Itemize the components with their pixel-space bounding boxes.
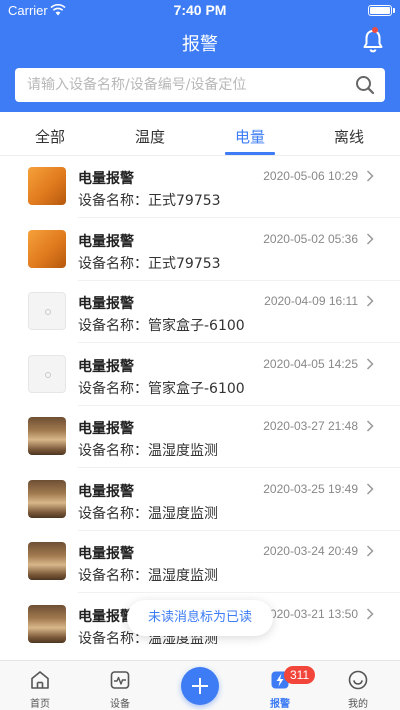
search-bar[interactable] [15,68,385,102]
battery-icon [368,5,392,16]
alert-title: 电量报警 [78,359,134,375]
alert-time: 2020-04-09 16:11 [264,294,358,308]
list-item[interactable]: 电量报警 设备名称：管家盒子-6100 2020-04-05 14:25 [0,344,400,406]
status-bar: Carrier 7:40 PM [0,0,400,22]
chevron-right-icon [366,295,374,307]
list-item[interactable]: 电量报警 设备名称：温湿度监测 2020-03-27 21:48 [0,406,400,468]
alert-title: 电量报警 [78,296,134,312]
device-name: 设备名称：管家盒子-6100 [78,318,245,334]
alert-title: 电量报警 [78,609,134,625]
alert-time: 2020-03-21 13:50 [263,607,358,621]
alert-title: 电量报警 [78,546,134,562]
battery-cap [393,8,395,13]
alert-title: 电量报警 [78,484,134,500]
chevron-right-icon [366,545,374,557]
search-input[interactable] [27,68,347,102]
list-item[interactable]: 电量报警 设备名称：正式79753 2020-05-06 10:29 [0,156,400,218]
tabbar-home[interactable]: 首页 [10,661,70,710]
device-thumbnail [28,542,66,580]
tab-all[interactable]: 全部 [20,126,80,147]
device-thumbnail [28,167,66,205]
device-name: 设备名称：正式79753 [78,193,221,209]
alert-time: 2020-03-27 21:48 [263,419,358,433]
device-monitor-icon [110,671,130,689]
chevron-right-icon [366,420,374,432]
alert-title: 电量报警 [78,171,134,187]
tabbar-mine-label: 我的 [348,699,368,710]
device-thumbnail [28,605,66,643]
tabbar-device[interactable]: 设备 [90,661,150,710]
alert-time: 2020-03-24 20:49 [263,544,358,558]
device-name: 设备名称：正式79753 [78,256,221,272]
chevron-right-icon [366,608,374,620]
chevron-right-icon [366,358,374,370]
tabbar-mine[interactable]: 我的 [328,661,388,710]
add-device-button[interactable] [181,667,219,705]
page-title: 报警 [182,34,218,55]
alert-title: 电量报警 [78,421,134,437]
home-icon [31,671,49,689]
device-name: 设备名称：管家盒子-6100 [78,381,245,397]
tab-offline[interactable]: 离线 [319,126,379,147]
device-name: 设备名称：温湿度监测 [78,443,218,459]
active-tab-indicator [225,152,275,155]
chevron-right-icon [366,233,374,245]
alert-time: 2020-05-06 10:29 [263,169,358,183]
chevron-right-icon [366,170,374,182]
bottom-tab-bar: 首页 设备 报警 我的 [0,660,400,710]
clock: 7:40 PM [173,2,227,18]
chevron-right-icon [366,483,374,495]
list-item[interactable]: 电量报警 设备名称：温湿度监测 2020-03-24 20:49 [0,531,400,593]
tabbar-alarm-label: 报警 [270,699,290,710]
alert-time: 2020-03-25 19:49 [263,482,358,496]
search-icon[interactable] [355,75,375,95]
header-bar: Carrier 7:40 PM 报警 [0,0,400,112]
tab-battery[interactable]: 电量 [220,126,280,147]
notification-dot [372,27,378,33]
tabbar-device-label: 设备 [110,699,130,710]
tabbar-home-label: 首页 [30,699,50,710]
list-item[interactable]: 电量报警 设备名称：温湿度监测 2020-03-25 19:49 [0,469,400,531]
mark-all-read-button[interactable]: 未读消息标为已读 [127,600,273,636]
device-thumbnail [28,480,66,518]
device-thumbnail [28,230,66,268]
device-name: 设备名称：温湿度监测 [78,506,218,522]
list-item[interactable]: 电量报警 设备名称：管家盒子-6100 2020-04-09 16:11 [0,281,400,343]
alarm-count-badge: 311 [284,666,316,684]
tab-temperature[interactable]: 温度 [120,126,180,147]
list-item[interactable]: 电量报警 设备名称：正式79753 2020-05-02 05:36 [0,219,400,281]
alert-title: 电量报警 [78,234,134,250]
filter-tabs: 全部 温度 电量 离线 [0,112,400,156]
smile-icon [348,670,368,690]
device-thumbnail [28,355,66,393]
device-thumbnail [28,292,66,330]
device-thumbnail [28,417,66,455]
alert-time: 2020-04-05 14:25 [263,357,358,371]
device-name: 设备名称：温湿度监测 [78,568,218,584]
alert-time: 2020-05-02 05:36 [263,232,358,246]
